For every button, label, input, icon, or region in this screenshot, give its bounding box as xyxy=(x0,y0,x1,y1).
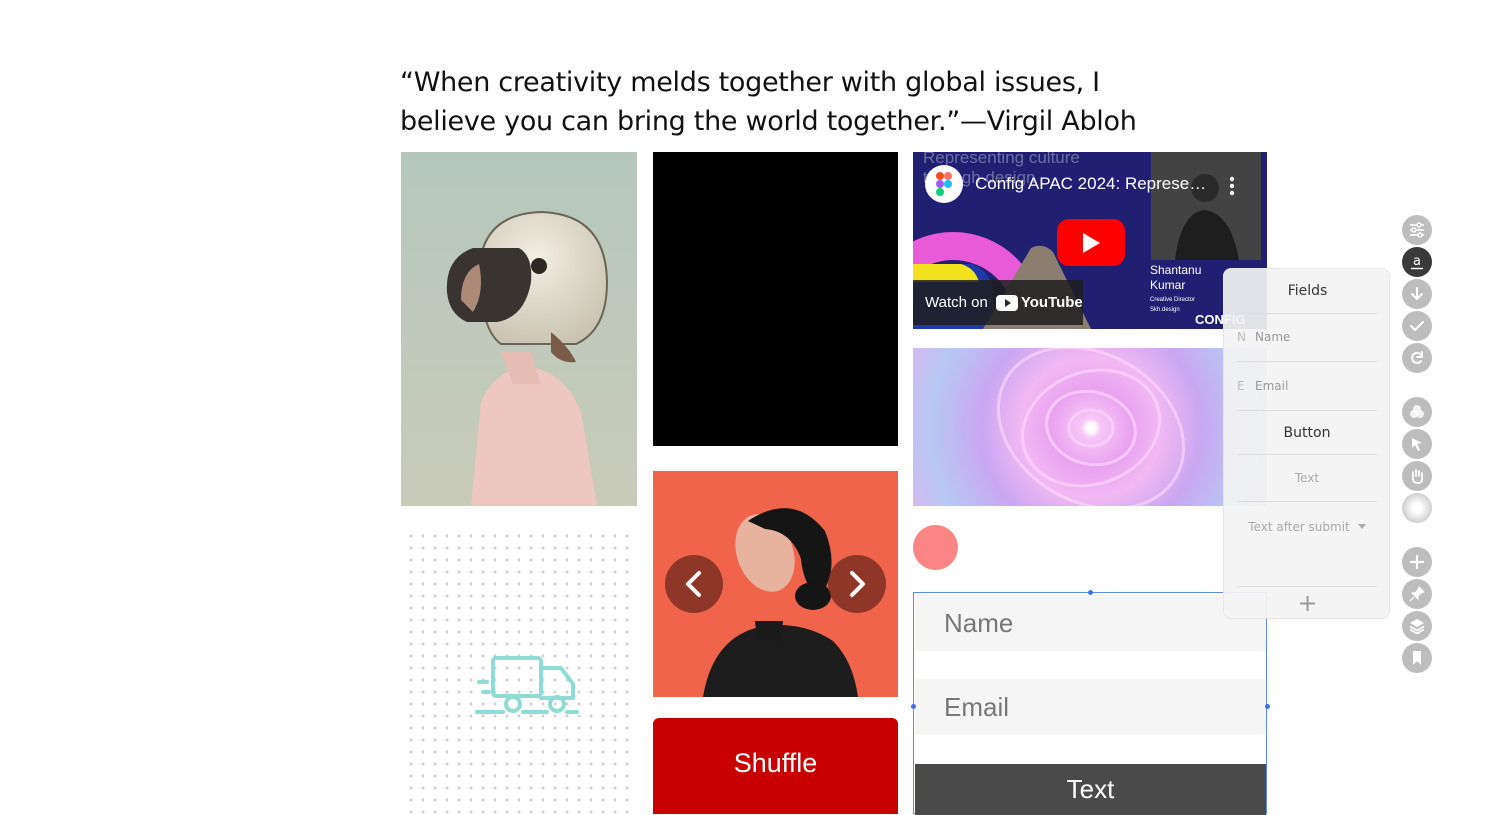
panel-button-label[interactable]: Button xyxy=(1237,411,1377,455)
pin-icon[interactable] xyxy=(1402,579,1432,609)
text-a-icon[interactable]: a xyxy=(1402,247,1432,277)
red-circle-element[interactable] xyxy=(913,525,958,570)
email-field[interactable]: Email xyxy=(915,679,1266,735)
play-icon xyxy=(1083,232,1100,253)
panel-field-email[interactable]: E Email xyxy=(1237,362,1377,411)
carousel-next-button[interactable] xyxy=(828,555,886,613)
after-submit-label: Text after submit xyxy=(1248,520,1350,534)
speaker-last-name: Kumar xyxy=(1150,278,1186,292)
quote-text: “When creativity melds together with glo… xyxy=(400,63,1160,141)
add-field-button[interactable]: + xyxy=(1224,591,1391,615)
selection-handle-top[interactable] xyxy=(1088,590,1093,595)
speaker-name: Shantanu Kumar xyxy=(1150,263,1201,293)
shapes-icon[interactable] xyxy=(1402,397,1432,427)
name-field[interactable]: Name xyxy=(915,595,1266,651)
panel-field-name[interactable]: N Name xyxy=(1237,313,1377,362)
plus-icon[interactable] xyxy=(1402,547,1432,577)
youtube-wordmark: YouTube xyxy=(1020,294,1083,311)
speaker-first-name: Shantanu xyxy=(1150,263,1202,277)
sliders-icon[interactable] xyxy=(1402,215,1432,245)
selection-handle-left[interactable] xyxy=(911,704,916,709)
caret-down-icon xyxy=(1357,524,1366,529)
youtube-logo-icon xyxy=(995,294,1018,311)
panel-title: Fields xyxy=(1287,283,1328,299)
chevron-right-icon xyxy=(850,571,865,597)
image-carousel xyxy=(653,471,898,697)
rose-gradient-image[interactable] xyxy=(913,348,1267,506)
cursor-icon[interactable] xyxy=(1402,429,1432,459)
chevron-left-icon xyxy=(686,571,701,597)
form-submit-button[interactable]: Text xyxy=(915,764,1266,815)
figma-channel-avatar[interactable] xyxy=(925,165,963,203)
check-icon[interactable] xyxy=(1402,311,1432,341)
youtube-play-button[interactable] xyxy=(1057,219,1125,266)
field-letter-n: N xyxy=(1237,330,1246,344)
speaker-role-line-2: Skh.design xyxy=(1150,307,1180,313)
form-fields-panel: Fields N Name E Email Button Text Text a… xyxy=(1223,268,1390,619)
speaker-role: Creative Director Skh.design xyxy=(1150,295,1195,315)
truck-icon xyxy=(475,656,579,714)
figma-logo-icon xyxy=(936,172,952,196)
field-label-name: Name xyxy=(1255,330,1291,344)
gradient-icon[interactable] xyxy=(1402,493,1432,523)
youtube-logo: YouTube xyxy=(995,294,1083,311)
helmet-woman-image[interactable] xyxy=(401,152,637,506)
video-player[interactable] xyxy=(653,152,898,446)
speaker-role-line-1: Creative Director xyxy=(1150,297,1196,303)
hand-icon[interactable] xyxy=(1402,461,1432,491)
delivery-card[interactable] xyxy=(401,526,637,814)
shuffle-button[interactable]: Shuffle xyxy=(653,718,898,814)
layers-icon[interactable] xyxy=(1402,611,1432,641)
quote-line-2: believe you can bring the world together… xyxy=(400,106,1137,137)
panel-text-input[interactable]: Text xyxy=(1237,455,1377,502)
svg-text:a: a xyxy=(1413,254,1421,269)
youtube-embed[interactable]: Representing culture through design Conf… xyxy=(913,152,1267,329)
selection-handle-right[interactable] xyxy=(1265,704,1270,709)
more-options-icon[interactable] xyxy=(1229,176,1235,201)
watch-on-youtube-button[interactable]: Watch on YouTube xyxy=(913,280,1083,325)
helmet-woman-illustration xyxy=(401,152,637,506)
quote-line-1: “When creativity melds together with glo… xyxy=(400,67,1100,98)
youtube-video-title[interactable]: Config APAC 2024: Represe… xyxy=(975,174,1206,194)
field-label-email: Email xyxy=(1255,379,1289,393)
bookmark-icon[interactable] xyxy=(1402,643,1432,673)
download-icon[interactable] xyxy=(1402,279,1432,309)
panel-bottom-divider xyxy=(1237,586,1377,587)
field-letter-e: E xyxy=(1237,379,1245,393)
redo-icon[interactable] xyxy=(1402,343,1432,373)
panel-after-submit-select[interactable]: Text after submit xyxy=(1237,502,1377,552)
rose-swirl xyxy=(996,348,1186,506)
contact-form[interactable]: Name Email Text xyxy=(911,590,1270,815)
carousel-prev-button[interactable] xyxy=(665,555,723,613)
watch-on-label: Watch on xyxy=(925,294,988,311)
